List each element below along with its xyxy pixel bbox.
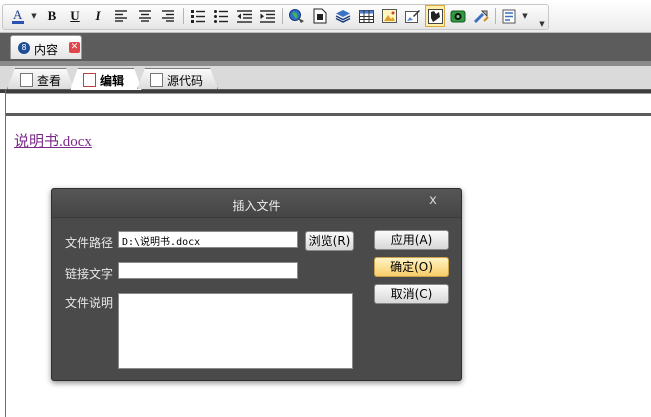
document-tab[interactable]: 8 内容 ✕ bbox=[10, 35, 82, 59]
format-dropdown-icon[interactable]: ▼ bbox=[521, 6, 529, 26]
editor-left-border bbox=[5, 90, 6, 417]
toolbar-separator bbox=[282, 8, 283, 24]
browse-button[interactable]: 浏览(R) bbox=[305, 231, 354, 251]
dialog-title: 插入文件 bbox=[232, 199, 281, 213]
file-path-input[interactable]: D:\说明书.docx bbox=[118, 231, 298, 248]
edit-icon bbox=[83, 73, 96, 87]
insert-file-dialog: 插入文件 x 文件路径 D:\说明书.docx 浏览(R) 链接文字 文件说明 … bbox=[51, 188, 462, 381]
unordered-list-icon[interactable] bbox=[212, 6, 230, 26]
tab-edit-label: 编辑 bbox=[100, 74, 125, 88]
tab-source-label: 源代码 bbox=[167, 74, 204, 88]
underline-icon[interactable]: U bbox=[66, 6, 84, 26]
mode-tab-bar: 查看 编辑 源代码 bbox=[0, 66, 651, 90]
edit-image-icon[interactable] bbox=[403, 6, 421, 26]
ok-button[interactable]: 确定(O) bbox=[374, 257, 449, 277]
cancel-button[interactable]: 取消(C) bbox=[374, 284, 449, 304]
indent-icon[interactable] bbox=[258, 6, 276, 26]
file-link[interactable]: 说明书.docx bbox=[14, 130, 92, 151]
align-left-icon[interactable] bbox=[112, 6, 130, 26]
close-tab-icon[interactable]: ✕ bbox=[69, 42, 80, 53]
ordered-list-icon[interactable] bbox=[189, 6, 207, 26]
insert-file-icon[interactable] bbox=[311, 6, 329, 26]
source-code-icon bbox=[150, 73, 163, 87]
outdent-icon[interactable] bbox=[235, 6, 253, 26]
document-tab-label: 内容 bbox=[34, 43, 59, 57]
toolbar: A ▼ B U I ▼ ▼ bbox=[0, 0, 651, 33]
svg-text:A: A bbox=[13, 7, 23, 22]
view-icon bbox=[20, 73, 33, 87]
link-text-input[interactable] bbox=[118, 262, 298, 279]
layers-icon[interactable] bbox=[334, 6, 352, 26]
dialog-titlebar[interactable]: 插入文件 x bbox=[52, 189, 461, 218]
editor-address-bar[interactable] bbox=[6, 93, 651, 113]
tab-view-label: 查看 bbox=[37, 74, 62, 88]
file-description-textarea[interactable] bbox=[118, 293, 353, 369]
font-color-icon[interactable]: A bbox=[9, 6, 27, 26]
insert-media-icon[interactable] bbox=[425, 5, 445, 27]
file-description-label: 文件说明 bbox=[65, 296, 114, 310]
tab-edit[interactable]: 编辑 bbox=[70, 68, 142, 90]
insert-table-icon[interactable] bbox=[357, 6, 375, 26]
font-color-dropdown-icon[interactable]: ▼ bbox=[30, 6, 38, 26]
align-right-icon[interactable] bbox=[159, 6, 177, 26]
document-tab-number-icon: 8 bbox=[18, 42, 30, 54]
italic-icon[interactable]: I bbox=[89, 6, 107, 26]
link-text-label: 链接文字 bbox=[65, 267, 114, 281]
toolbar-separator bbox=[183, 8, 184, 24]
close-icon[interactable]: x bbox=[426, 194, 440, 208]
insert-link-icon[interactable] bbox=[288, 6, 306, 26]
align-center-icon[interactable] bbox=[136, 6, 154, 26]
toolbar-separator bbox=[495, 8, 496, 24]
tools-icon[interactable] bbox=[472, 6, 490, 26]
document-tab-bar: 8 内容 ✕ bbox=[0, 33, 651, 61]
editor-separator bbox=[6, 113, 651, 116]
format-icon[interactable] bbox=[500, 6, 518, 26]
insert-video-icon[interactable] bbox=[449, 6, 467, 26]
bold-icon[interactable]: B bbox=[43, 6, 61, 26]
toolbar-overflow-icon[interactable]: ▼ bbox=[538, 14, 546, 34]
insert-image-icon[interactable] bbox=[380, 6, 398, 26]
apply-button[interactable]: 应用(A) bbox=[374, 230, 449, 250]
file-path-label: 文件路径 bbox=[65, 236, 114, 250]
tab-view[interactable]: 查看 bbox=[7, 68, 74, 89]
tab-source[interactable]: 源代码 bbox=[137, 68, 218, 89]
